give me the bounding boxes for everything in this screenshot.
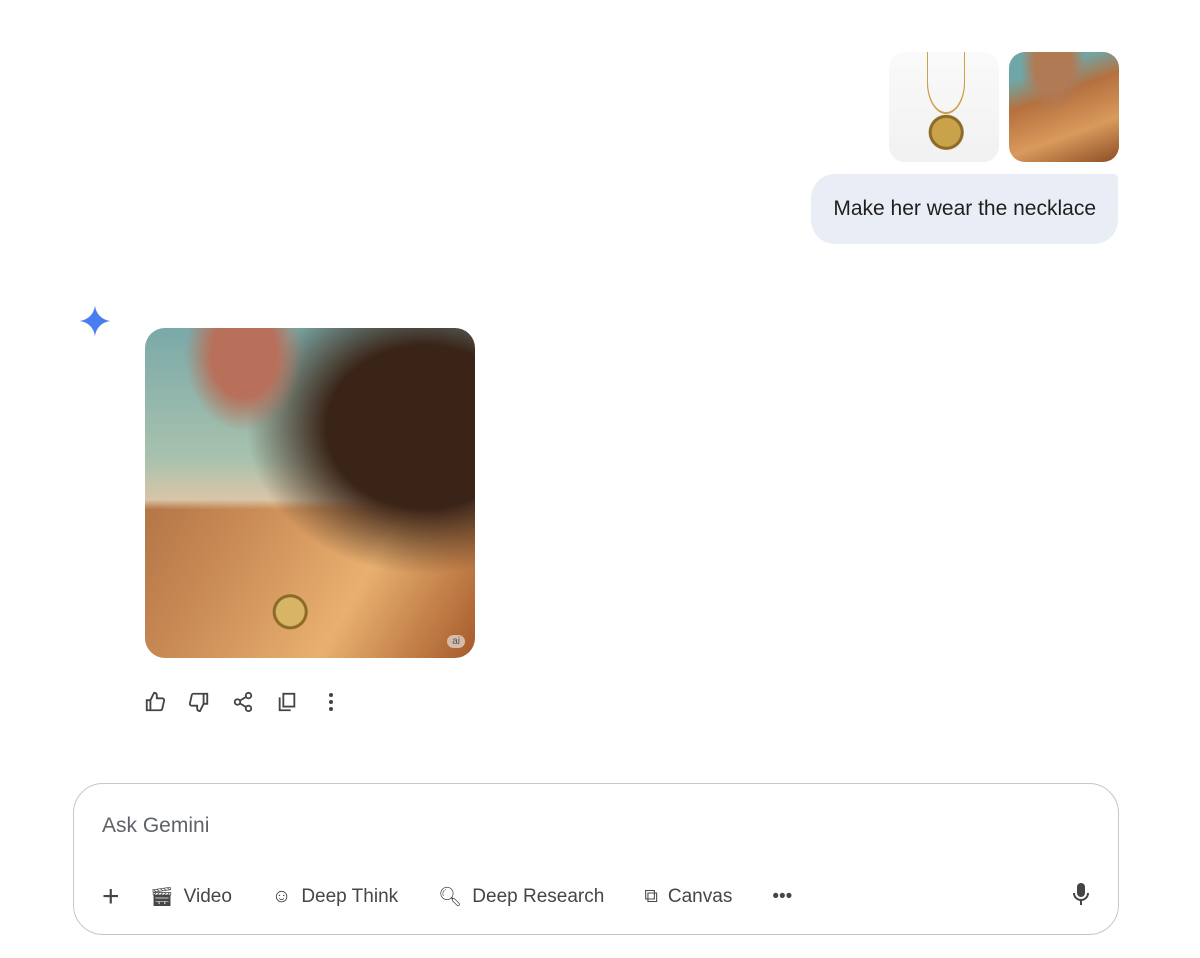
share-button[interactable]: [231, 688, 255, 716]
ai-badge: ai: [447, 635, 465, 648]
add-button[interactable]: +: [102, 880, 120, 914]
plus-icon: +: [102, 880, 120, 913]
copy-button[interactable]: [275, 688, 299, 716]
microphone-icon: [1073, 883, 1089, 905]
video-icon: 🎬︎: [149, 887, 174, 908]
thumbs-up-button[interactable]: [143, 688, 167, 716]
prompt-input[interactable]: Ask Gemini: [102, 814, 209, 838]
deep-think-icon: ☺︎: [271, 886, 292, 907]
tool-deep-research[interactable]: 🔍︎ Deep Research: [438, 885, 604, 909]
woman-attachment[interactable]: [1009, 52, 1119, 162]
user-message: Make her wear the necklace: [811, 174, 1118, 244]
tool-canvas[interactable]: ⧉ Canvas: [644, 886, 732, 908]
thumbs-down-button[interactable]: [187, 688, 211, 716]
necklace-attachment[interactable]: [889, 52, 999, 162]
tool-label: Deep Research: [472, 886, 605, 907]
deep-research-icon: 🔍︎: [438, 887, 463, 908]
tool-deep-think[interactable]: ☺︎ Deep Think: [272, 886, 398, 908]
prompt-composer[interactable]: Ask Gemini + 🎬︎ Video ☺︎ Deep Think 🔍︎ Deep…: [73, 783, 1119, 935]
tool-label: Video: [183, 886, 232, 907]
gemini-sparkle-icon: [79, 305, 111, 337]
canvas-icon: ⧉: [644, 886, 658, 907]
more-options-button[interactable]: [319, 688, 343, 716]
ellipsis-icon: •••: [772, 886, 793, 907]
microphone-button[interactable]: [1072, 882, 1090, 912]
tool-label: Canvas: [667, 886, 733, 907]
generated-image[interactable]: ai: [145, 328, 475, 658]
tool-video[interactable]: 🎬︎ Video: [150, 885, 232, 909]
tool-label: Deep Think: [301, 886, 399, 907]
more-tools-button[interactable]: •••: [772, 886, 792, 908]
